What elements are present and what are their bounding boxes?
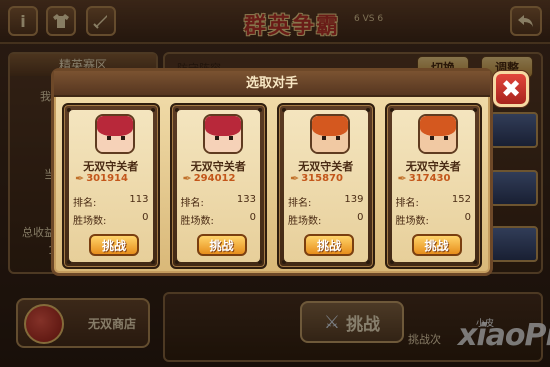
opponent-card: 无双守关者 ✒ 315870 排名: 139 胜场数: 0 挑战	[277, 103, 375, 269]
avatar-hair	[312, 116, 348, 136]
rank-row: 排名: 113	[73, 194, 149, 209]
card-body: 无双守关者 ✒ 294012 排名: 133 胜场数: 0 挑战	[176, 110, 260, 262]
wins-value: 0	[142, 212, 149, 223]
rank-value: 133	[236, 194, 256, 205]
wins-label: 胜场数:	[180, 216, 214, 227]
power-row: ✒ 301914	[75, 172, 128, 185]
card-body: 无双守关者 ✒ 317430 排名: 152 胜场数: 0 挑战	[391, 110, 475, 262]
rank-label: 排名:	[395, 198, 419, 209]
avatar-hair	[419, 116, 456, 136]
wins-value: 0	[249, 212, 256, 223]
opponent-avatar	[95, 114, 135, 154]
quill-icon: ✒	[182, 172, 192, 185]
opponent-avatar	[202, 114, 243, 154]
rank-value: 113	[129, 194, 149, 205]
avatar-hair	[97, 116, 133, 136]
power-row: ✒ 294012	[183, 172, 236, 185]
wins-row: 胜场数: 0	[181, 212, 257, 227]
avatar-hair	[204, 116, 241, 136]
wins-row: 胜场数: 0	[288, 212, 364, 227]
wins-label: 胜场数:	[288, 216, 322, 227]
card-body: 无双守关者 ✒ 315870 排名: 139 胜场数: 0 挑战	[284, 110, 368, 262]
rank-row: 排名: 152	[396, 194, 472, 209]
challenge-opponent-button[interactable]: 挑战	[89, 234, 139, 256]
power-row: ✒ 315870	[290, 172, 343, 185]
avatar-eyes	[322, 136, 340, 140]
avatar-eyes	[214, 136, 233, 140]
opponent-card: 无双守关者 ✒ 317430 排名: 152 胜场数: 0 挑战	[384, 103, 482, 269]
power-row: ✒ 317430	[398, 172, 451, 185]
card-body: 无双守关者 ✒ 301914 排名: 113 胜场数: 0 挑战	[69, 110, 153, 262]
wins-label: 胜场数:	[73, 216, 107, 227]
opponent-power: 315870	[301, 173, 343, 184]
select-opponent-dialog: 选取对手 无双守关者 ✒ 301914 排名: 113 胜场数: 0 挑战 无双…	[51, 68, 493, 276]
rank-value: 139	[344, 194, 364, 205]
avatar-eyes	[429, 136, 448, 140]
quill-icon: ✒	[290, 172, 300, 185]
wins-row: 胜场数: 0	[396, 212, 472, 227]
rank-label: 排名:	[180, 198, 204, 209]
opponent-card: 无双守关者 ✒ 294012 排名: 133 胜场数: 0 挑战	[169, 103, 267, 269]
wins-row: 胜场数: 0	[73, 212, 149, 227]
quill-icon: ✒	[397, 172, 407, 185]
quill-icon: ✒	[75, 172, 85, 185]
wins-value: 0	[464, 212, 471, 223]
wins-label: 胜场数:	[395, 216, 429, 227]
opponent-card: 无双守关者 ✒ 301914 排名: 113 胜场数: 0 挑战	[62, 103, 160, 269]
opponent-list: 无双守关者 ✒ 301914 排名: 113 胜场数: 0 挑战 无双守关者 ✒…	[62, 103, 482, 273]
opponent-power: 294012	[193, 173, 236, 184]
opponent-avatar	[310, 114, 350, 154]
opponent-power: 317430	[408, 173, 451, 184]
rank-label: 排名:	[73, 198, 97, 209]
rank-row: 排名: 133	[181, 194, 257, 209]
opponent-avatar	[417, 114, 458, 154]
challenge-opponent-button[interactable]: 挑战	[411, 234, 462, 256]
dialog-title: 选取对手	[54, 71, 490, 97]
rank-row: 排名: 139	[288, 194, 364, 209]
wins-value: 0	[357, 212, 364, 223]
challenge-opponent-button[interactable]: 挑战	[196, 234, 247, 256]
avatar-eyes	[107, 136, 125, 140]
rank-value: 152	[451, 194, 471, 205]
challenge-opponent-button[interactable]: 挑战	[304, 234, 354, 256]
rank-label: 排名:	[288, 198, 312, 209]
close-icon[interactable]: ✖	[493, 71, 529, 107]
opponent-power: 301914	[86, 173, 128, 184]
